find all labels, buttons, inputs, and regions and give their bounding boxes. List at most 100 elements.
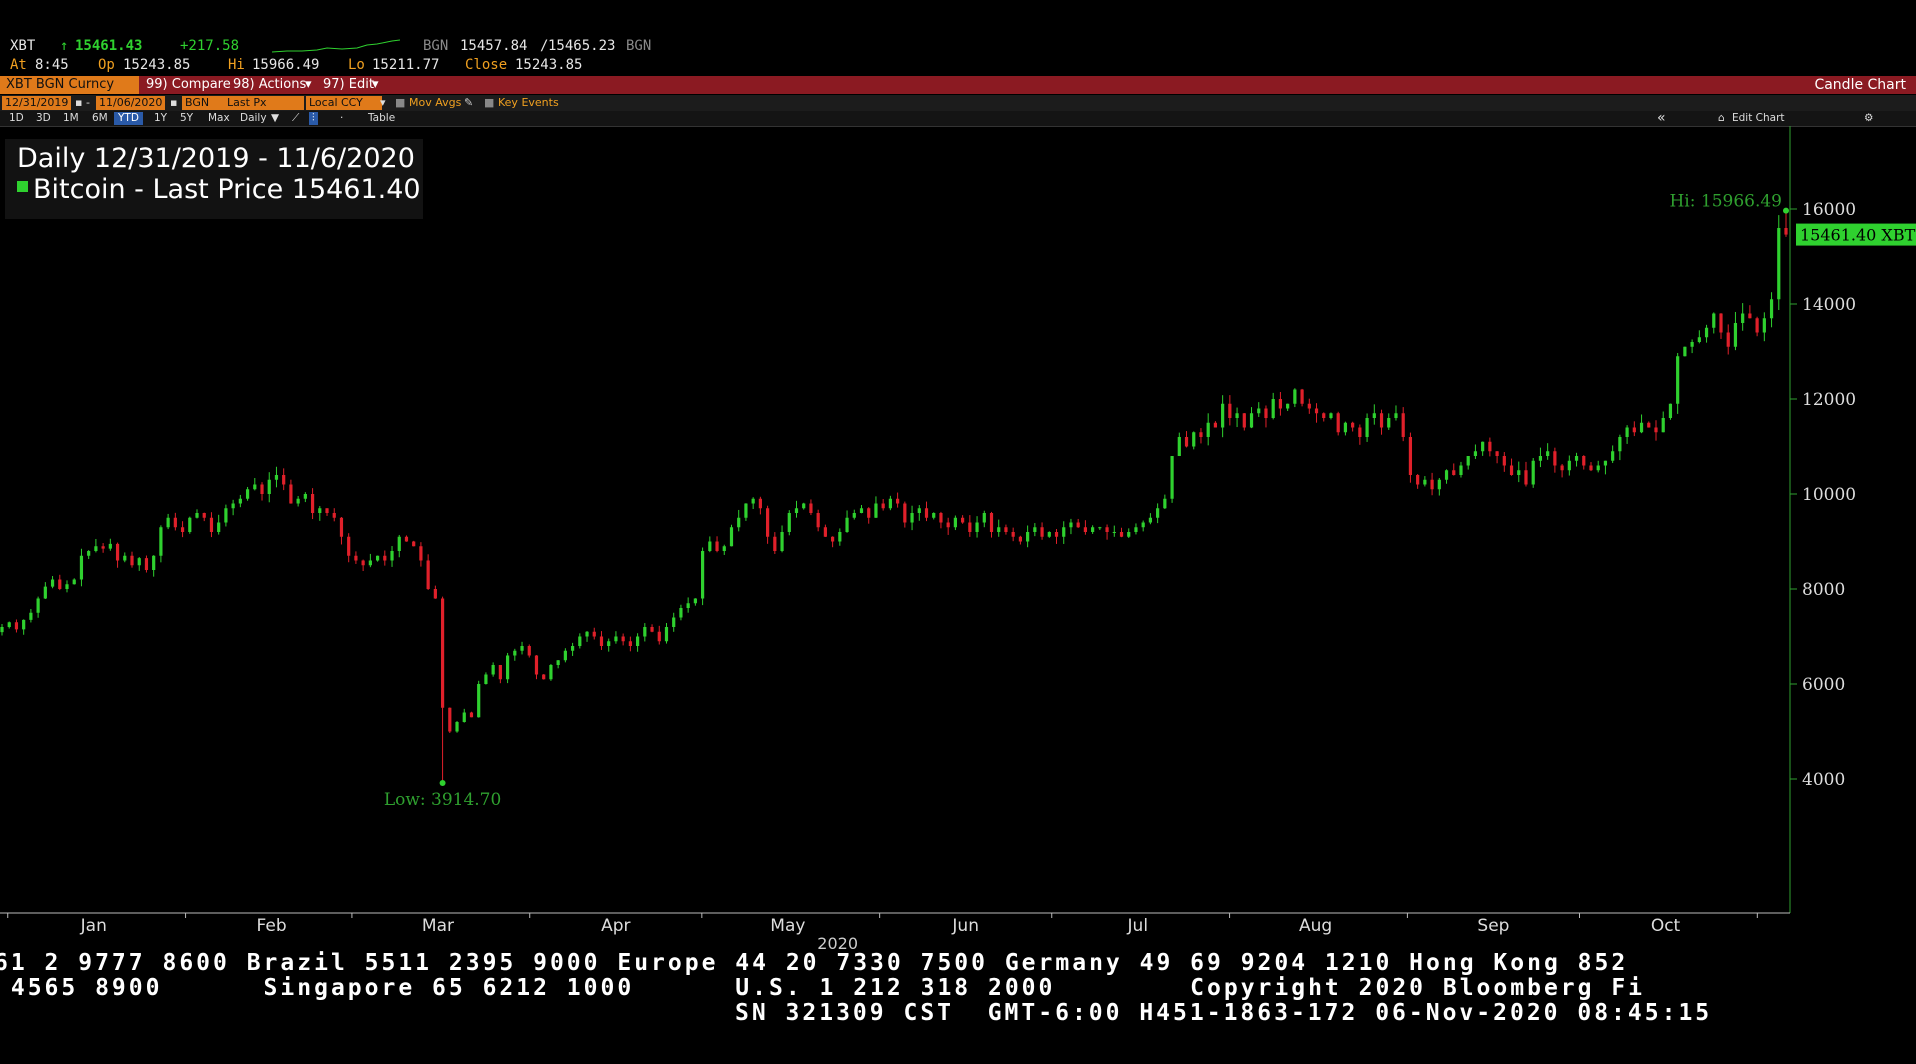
candle-body — [202, 513, 206, 518]
period-1y[interactable]: 1Y — [154, 112, 167, 125]
candle-body — [318, 508, 322, 513]
candle-body — [332, 513, 336, 518]
gear-icon[interactable]: ⚙ — [1864, 112, 1873, 125]
candle-body — [1639, 422, 1644, 433]
candle-chart[interactable]: 4000 6000 8000 10000 12000 14000 16000 Jan Feb Ma… — [0, 126, 1916, 950]
candle-body — [910, 513, 914, 523]
table-button[interactable]: Table — [368, 112, 395, 125]
mov-avgs-checkbox[interactable]: ■ — [395, 96, 405, 110]
open-label: Op — [98, 57, 115, 73]
frequency-selector[interactable]: Daily — [240, 112, 267, 125]
compare-button[interactable]: 99) Compare — [146, 76, 231, 94]
candle-body — [1083, 527, 1088, 532]
candle-body — [209, 517, 214, 532]
period-ytd[interactable]: YTD — [114, 112, 143, 125]
candle-body — [462, 712, 466, 722]
period-max[interactable]: Max — [208, 112, 230, 125]
candle-body — [888, 498, 892, 509]
actions-dropdown-icon[interactable]: ▾ — [305, 76, 312, 94]
candle-body — [1379, 413, 1384, 428]
candle-body — [722, 546, 726, 551]
candle-body — [556, 660, 560, 665]
candle-body — [397, 536, 401, 551]
candle-body — [787, 513, 791, 532]
candle-body — [1170, 456, 1174, 499]
legend-title: Daily 12/31/2019 - 11/6/2020 — [17, 143, 415, 174]
candle-body — [484, 674, 488, 684]
candle-body — [1517, 470, 1521, 475]
calendar-icon[interactable]: ▪ — [170, 96, 177, 110]
period-3d[interactable]: 3D — [36, 112, 51, 125]
candle-body — [159, 527, 163, 556]
line-chart-icon[interactable]: ⟋ — [292, 112, 299, 125]
candle-body — [1625, 427, 1629, 437]
currency-dropdown-icon[interactable]: ▾ — [380, 96, 386, 110]
source-field[interactable]: BGN — [182, 96, 224, 110]
footer-contacts-1: 61 2 9777 8600 Brazil 5511 2395 9000 Eur… — [0, 950, 1629, 976]
period-1d[interactable]: 1D — [9, 112, 24, 125]
period-5y[interactable]: 5Y — [180, 112, 193, 125]
candle-body — [1676, 356, 1680, 404]
candle-body — [1719, 313, 1723, 333]
security-field[interactable]: XBT BGN Curncy — [0, 76, 139, 94]
candle-body — [1546, 451, 1550, 456]
candle-body — [1242, 413, 1246, 428]
y-tick-label: 16000 — [1802, 200, 1856, 220]
date-dash: - — [86, 96, 90, 109]
candle-icon[interactable]: ⫶ — [309, 112, 318, 125]
frequency-dropdown-icon[interactable]: ▼ — [271, 112, 279, 125]
candle-body — [1553, 451, 1557, 466]
candle-body — [412, 541, 416, 547]
candle-body — [1611, 451, 1615, 461]
period-1m[interactable]: 1M — [63, 112, 79, 125]
mov-avgs-label[interactable]: Mov Avgs — [409, 96, 461, 110]
pencil-icon[interactable]: ✎ — [464, 96, 473, 110]
edit-dropdown-icon[interactable]: ▾ — [372, 76, 379, 94]
candle-body — [1509, 465, 1514, 475]
x-tick-label: May — [770, 916, 805, 936]
candle-body — [296, 498, 300, 504]
candle-body — [1112, 532, 1116, 533]
candle-body — [50, 579, 55, 587]
candle-body — [115, 543, 120, 561]
candle-body — [823, 527, 827, 537]
footer-session-info: SN 321309 CST GMT-6:00 H451-1863-172 06-… — [735, 1000, 1713, 1026]
key-events-checkbox[interactable]: ■ — [484, 96, 494, 110]
candle-body — [1249, 413, 1254, 428]
actions-button[interactable]: 98) Actions — [233, 76, 306, 94]
collapse-icon[interactable]: « — [1657, 111, 1666, 125]
candle-body — [1105, 527, 1109, 532]
candle-body — [527, 646, 531, 656]
period-6m[interactable]: 6M — [92, 112, 108, 125]
candle-body — [997, 527, 1001, 532]
start-date-field[interactable]: 12/31/2019 — [2, 96, 72, 110]
candle-body — [1769, 299, 1774, 319]
candle-body — [72, 579, 76, 585]
candle-body — [166, 517, 170, 528]
x-tick-label: Jan — [80, 916, 107, 936]
candle-body — [267, 479, 271, 494]
edit-chart-icon[interactable]: ⌂ — [1718, 112, 1725, 125]
candle-body — [1228, 403, 1232, 418]
more-icon[interactable]: · — [340, 112, 343, 125]
candle-body — [946, 522, 950, 528]
candle-body — [1264, 408, 1268, 418]
field-selector[interactable]: Last Px — [224, 96, 304, 110]
candle-body — [1748, 313, 1752, 319]
candle-body — [274, 475, 279, 480]
candle-body — [542, 674, 546, 680]
candle-body — [563, 650, 567, 661]
currency-selector[interactable]: Local CCY — [306, 96, 382, 110]
edit-button[interactable]: 97) Edit — [323, 76, 374, 94]
edit-chart-button[interactable]: Edit Chart — [1732, 112, 1785, 125]
candle-body — [737, 517, 741, 528]
end-date-field[interactable]: 11/06/2020 — [96, 96, 166, 110]
candle-body — [570, 646, 575, 651]
candle-body — [896, 498, 900, 504]
candle-body — [1459, 465, 1463, 475]
candle-body — [289, 484, 293, 504]
key-events-label[interactable]: Key Events — [498, 96, 559, 110]
low-value: 15211.77 — [372, 57, 440, 73]
candle-body — [1257, 408, 1261, 414]
function-bar: XBT BGN Curncy 99) Compare 98) Actions ▾… — [0, 76, 1916, 94]
